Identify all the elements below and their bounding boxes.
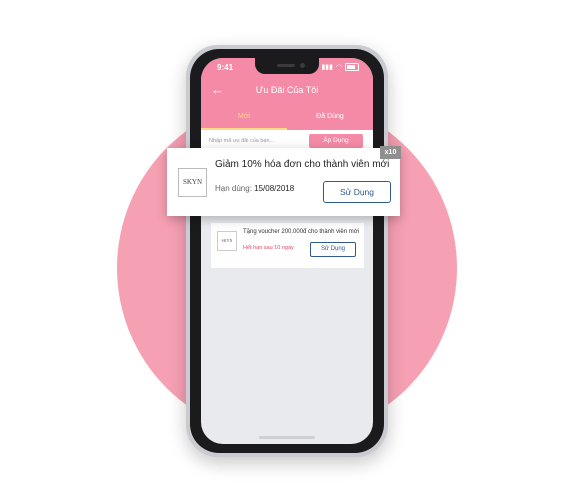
phone-frame: 9:41 ▮▮▮ ◠ ← Ưu Đãi Của Tôi Mới Đã Dùng … <box>186 45 388 457</box>
featured-voucher-card: SKYN Giảm 10% hóa đơn cho thành viên mới… <box>167 148 400 216</box>
wifi-icon: ◠ <box>335 64 342 71</box>
apply-button[interactable]: Áp Dụng <box>309 134 363 148</box>
status-icons: ▮▮▮ ◠ <box>321 63 359 71</box>
phone-bezel: 9:41 ▮▮▮ ◠ ← Ưu Đãi Của Tôi Mới Đã Dùng … <box>190 49 384 453</box>
home-indicator <box>259 436 315 439</box>
voucher-title: Tặng voucher 200.000đ cho thành viên mới <box>243 229 360 235</box>
voucher-card: SKYN Tặng voucher 200.000đ cho thành viê… <box>211 223 364 268</box>
speaker <box>277 64 295 67</box>
tab-bar: Mới Đã Dùng <box>201 104 373 130</box>
battery-icon <box>345 63 359 71</box>
promo-code-input[interactable]: Nhập mã ưu đãi của bạn... <box>209 138 274 144</box>
voucher-expiry: Hết hạn sau 10 ngày <box>243 245 294 251</box>
quantity-badge: x10 <box>380 146 401 159</box>
use-featured-voucher-button[interactable]: Sử Dụng <box>323 181 391 203</box>
brand-logo: SKYN <box>217 231 237 251</box>
signal-icon: ▮▮▮ <box>321 64 333 71</box>
page-title: Ưu Đãi Của Tôi <box>255 85 319 95</box>
tab-used[interactable]: Đã Dùng <box>287 104 373 130</box>
app-header: ← Ưu Đãi Của Tôi <box>201 78 373 104</box>
featured-brand-logo: SKYN <box>178 168 207 197</box>
use-voucher-button[interactable]: Sử Dụng <box>310 242 356 257</box>
expiry-date: 15/08/2018 <box>254 184 295 193</box>
featured-voucher-title: Giảm 10% hóa đơn cho thành viên mới <box>215 159 390 170</box>
status-time: 9:41 <box>217 63 234 72</box>
expiry-label: Hạn dùng: <box>215 184 255 193</box>
tab-new[interactable]: Mới <box>201 104 287 130</box>
phone-screen: 9:41 ▮▮▮ ◠ ← Ưu Đãi Của Tôi Mới Đã Dùng … <box>201 58 373 444</box>
phone-notch <box>255 58 319 74</box>
featured-voucher-expiry: Hạn dùng: 15/08/2018 <box>215 184 294 193</box>
camera <box>300 63 305 68</box>
